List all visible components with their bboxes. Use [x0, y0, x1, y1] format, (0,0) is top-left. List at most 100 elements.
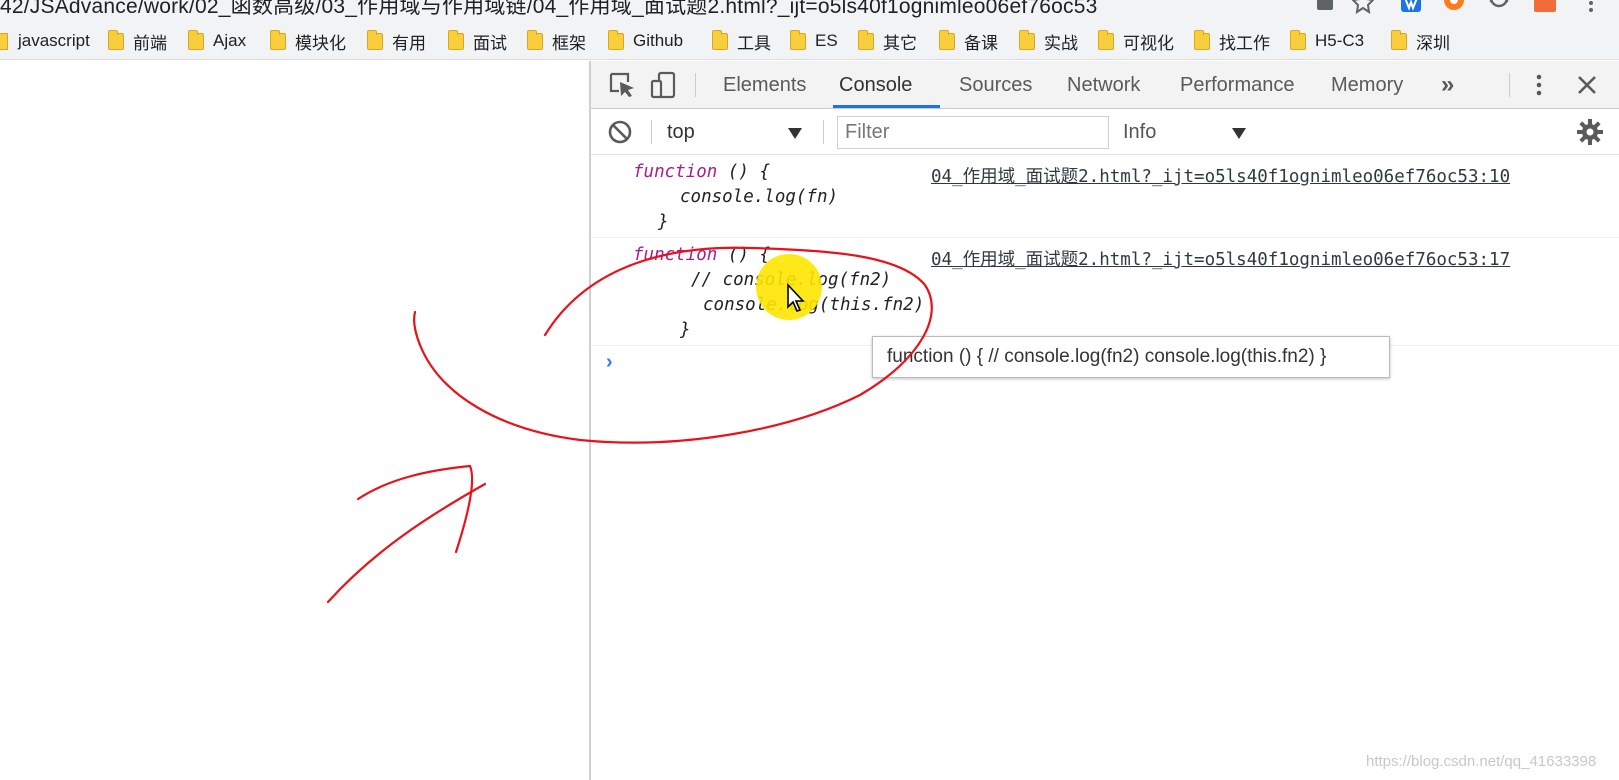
tab-elements[interactable]: Elements	[723, 61, 806, 109]
bookmark-github[interactable]: Github	[608, 29, 684, 52]
tab-performance[interactable]: Performance	[1180, 61, 1295, 109]
bookmark-label: 面试	[473, 33, 507, 53]
bookmark-visualization[interactable]: 可视化	[1098, 29, 1174, 53]
bookmark-useful[interactable]: 有用	[367, 29, 426, 53]
toolbar-divider	[823, 120, 824, 144]
address-bar[interactable]: 42/JSAdvance/work/02_函数高级/03_作用域与作用域链/04…	[0, 0, 1619, 22]
bookmark-label: ES	[815, 31, 838, 50]
console-message: function () { // console.log(fn2) consol…	[591, 238, 1619, 346]
devtools-panel: Elements Console Sources Network Perform…	[589, 61, 1619, 780]
code-line: function () {	[633, 162, 770, 182]
extension-blue-icon[interactable]	[1400, 0, 1422, 14]
toolbar-divider	[651, 120, 652, 144]
folder-icon	[270, 29, 286, 50]
bookmark-lesson-prep[interactable]: 备课	[939, 29, 998, 53]
tab-network[interactable]: Network	[1067, 61, 1140, 109]
bookmark-label: H5-C3	[1315, 31, 1365, 50]
bookmark-label: 前端	[133, 33, 167, 53]
bookmark-label: 其它	[883, 33, 917, 53]
gear-icon[interactable]	[1576, 118, 1604, 146]
bookmark-tools[interactable]: 工具	[712, 29, 771, 53]
extension-red-icon[interactable]	[1534, 0, 1556, 14]
bookmark-label: 框架	[552, 33, 586, 53]
bookmark-label: 工具	[737, 33, 771, 53]
close-icon[interactable]	[1573, 71, 1601, 99]
url-text[interactable]: 42/JSAdvance/work/02_函数高级/03_作用域与作用域链/04…	[0, 0, 1097, 20]
bookmark-label: 模块化	[295, 33, 346, 53]
console-output[interactable]: function () { console.log(fn) } 04_作用域_面…	[591, 155, 1619, 780]
bookmarks-bar: javascript 前端 Ajax 模块化 有用 面试 框架 Github 工…	[0, 22, 1619, 60]
source-link[interactable]: 04_作用域_面试题2.html?_ijt=o5ls40f1ognimleo06…	[931, 163, 1510, 188]
bookmark-frontend[interactable]: 前端	[108, 29, 167, 53]
folder-icon	[1391, 29, 1407, 50]
active-tab-indicator	[833, 105, 940, 108]
bookmark-shenzhen[interactable]: 深圳	[1391, 29, 1450, 53]
bookmark-framework[interactable]: 框架	[527, 29, 586, 53]
bookmark-practice[interactable]: 实战	[1019, 29, 1078, 53]
filter-input[interactable]	[837, 116, 1109, 149]
watermark: https://blog.csdn.net/qq_41633398	[1366, 753, 1597, 770]
folder-icon	[448, 29, 464, 50]
toolbar-divider	[695, 73, 696, 97]
folder-icon	[188, 29, 204, 50]
chevron-down-icon[interactable]	[1232, 128, 1246, 139]
folder-icon	[1194, 29, 1210, 50]
bookmark-label: 实战	[1044, 33, 1078, 53]
console-toolbar: top Info	[591, 109, 1619, 155]
bookmark-label: javascript	[18, 31, 90, 50]
tab-sources[interactable]: Sources	[959, 61, 1032, 109]
devtools-tab-bar: Elements Console Sources Network Perform…	[591, 61, 1619, 109]
bookmark-label: 可视化	[1123, 33, 1174, 53]
source-link[interactable]: 04_作用域_面试题2.html?_ijt=o5ls40f1ognimleo06…	[931, 246, 1510, 271]
tab-memory[interactable]: Memory	[1331, 61, 1403, 109]
folder-icon	[1098, 29, 1114, 50]
folder-icon	[367, 29, 383, 50]
bookmark-modularization[interactable]: 模块化	[270, 29, 346, 53]
log-level-label: Info	[1123, 121, 1157, 143]
folder-icon	[790, 29, 806, 50]
bookmark-label: 深圳	[1416, 33, 1450, 53]
bookmark-es[interactable]: ES	[790, 29, 838, 52]
more-tabs-button[interactable]: »	[1441, 61, 1454, 109]
bookmark-h5-c3[interactable]: H5-C3	[1290, 29, 1365, 52]
context-selector[interactable]: top	[667, 118, 797, 146]
bookmark-label: 备课	[964, 33, 998, 53]
page-viewport[interactable]	[0, 61, 589, 780]
folder-icon	[858, 29, 874, 50]
bookmark-label: 找工作	[1219, 33, 1270, 53]
folder-icon	[0, 32, 8, 50]
bookmark-label: Github	[633, 31, 684, 50]
code-line: }	[658, 212, 669, 232]
code-line: console.log(fn)	[680, 187, 839, 207]
device-toolbar-icon[interactable]	[649, 71, 677, 99]
star-icon[interactable]	[1352, 0, 1374, 14]
clear-console-icon[interactable]	[606, 118, 634, 146]
folder-icon	[939, 29, 955, 50]
chevron-down-icon[interactable]	[788, 128, 802, 139]
context-label: top	[667, 121, 695, 143]
value-tooltip: function () { // console.log(fn2) consol…	[872, 336, 1390, 378]
bookmark-label: Ajax	[213, 31, 247, 50]
inspect-element-icon[interactable]	[608, 71, 636, 99]
code-line: }	[680, 320, 691, 340]
mouse-pointer-icon	[786, 282, 808, 313]
tab-console[interactable]: Console	[839, 61, 912, 109]
bookmark-job-hunting[interactable]: 找工作	[1194, 29, 1270, 53]
folder-icon	[527, 29, 543, 50]
extension-sync-icon[interactable]	[1488, 0, 1510, 14]
folder-icon	[712, 29, 728, 50]
bookmark-interview[interactable]: 面试	[448, 29, 507, 53]
console-prompt[interactable]: ›	[606, 351, 613, 374]
bookmark-other[interactable]: 其它	[858, 29, 917, 53]
console-message: function () { console.log(fn) } 04_作用域_面…	[591, 155, 1619, 238]
code-line: function () {	[633, 245, 770, 265]
bookmark-javascript[interactable]: javascript	[0, 30, 90, 52]
folder-icon	[1290, 29, 1306, 50]
bookmark-ajax[interactable]: Ajax	[188, 29, 247, 52]
extension-orange-icon[interactable]	[1443, 0, 1465, 14]
browser-menu-icon[interactable]	[1580, 0, 1602, 14]
devtools-menu-icon[interactable]	[1525, 71, 1553, 99]
folder-icon	[108, 29, 124, 50]
folder-icon	[1019, 29, 1035, 50]
translate-icon[interactable]	[1315, 0, 1337, 14]
